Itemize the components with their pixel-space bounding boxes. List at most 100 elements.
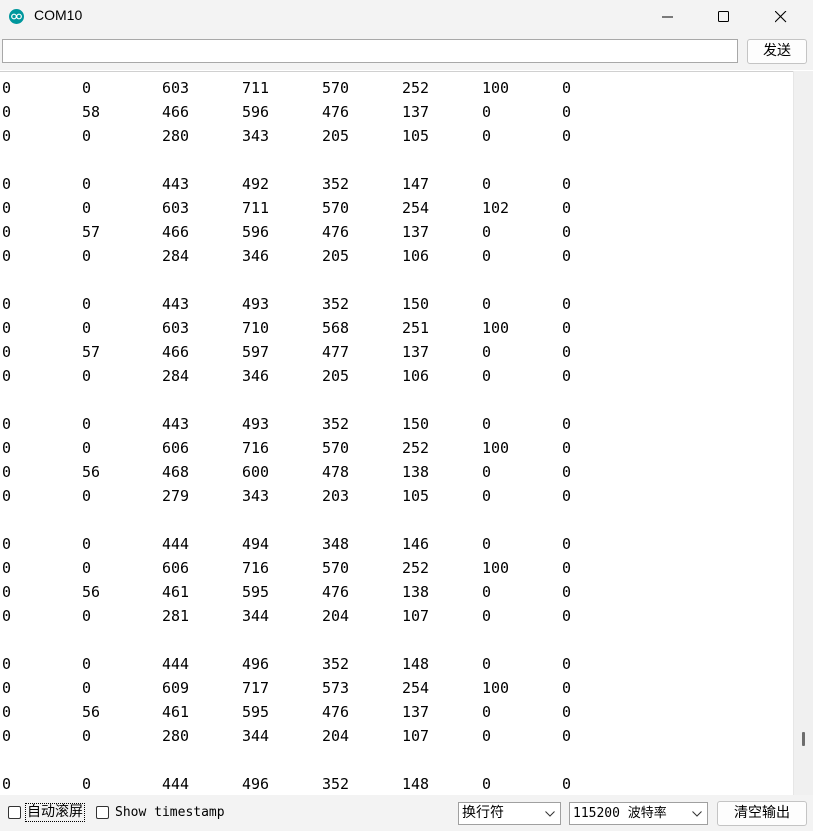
output-value: 603 <box>162 79 190 97</box>
output-value: 0 <box>2 607 12 625</box>
output-value: 0 <box>482 775 492 793</box>
output-value: 100 <box>482 79 510 97</box>
output-value: 0 <box>82 319 92 337</box>
maximize-button[interactable] <box>701 0 747 34</box>
output-value: 343 <box>242 487 270 505</box>
output-value: 0 <box>482 127 492 145</box>
output-value: 0 <box>482 535 492 553</box>
serial-output[interactable]: 0 0 603 711 570 252 100 0 0 58 466 596 476 137 0 0 0 0 280… <box>0 71 793 796</box>
output-value: 496 <box>242 655 270 673</box>
output-value: 204 <box>322 607 350 625</box>
output-value: 0 <box>82 175 92 193</box>
output-value: 0 <box>562 103 572 121</box>
baud-rate-select[interactable]: 115200 波特率 <box>569 802 708 825</box>
output-value: 252 <box>402 439 430 457</box>
output-value: 0 <box>482 223 492 241</box>
output-value: 596 <box>242 103 270 121</box>
output-value: 493 <box>242 415 270 433</box>
output-value: 0 <box>562 367 572 385</box>
output-value: 568 <box>322 319 350 337</box>
output-value: 478 <box>322 463 350 481</box>
timestamp-checkbox[interactable] <box>96 806 109 819</box>
output-value: 0 <box>2 223 12 241</box>
output-value: 352 <box>322 415 350 433</box>
output-value: 0 <box>2 655 12 673</box>
output-value: 596 <box>242 223 270 241</box>
output-value: 0 <box>562 703 572 721</box>
scroll-thumb[interactable] <box>802 732 805 746</box>
output-value: 137 <box>402 703 430 721</box>
output-value: 0 <box>562 583 572 601</box>
output-value: 203 <box>322 487 350 505</box>
output-value: 0 <box>562 199 572 217</box>
autoscroll-label[interactable]: 自动滚屏 <box>25 803 85 822</box>
output-value: 0 <box>562 607 572 625</box>
send-button[interactable]: 发送 <box>747 39 807 64</box>
output-value: 0 <box>482 247 492 265</box>
output-value: 0 <box>562 127 572 145</box>
output-value: 0 <box>482 103 492 121</box>
output-value: 716 <box>242 559 270 577</box>
output-value: 105 <box>402 487 430 505</box>
send-row: 发送 <box>0 34 813 70</box>
output-value: 346 <box>242 247 270 265</box>
vertical-scrollbar[interactable] <box>793 71 813 795</box>
output-value: 711 <box>242 79 270 97</box>
output-value: 603 <box>162 319 190 337</box>
output-value: 0 <box>82 199 92 217</box>
autoscroll-checkbox[interactable] <box>8 806 21 819</box>
output-line: 0 56 461 595 476 137 0 0 <box>0 700 793 724</box>
output-value: 56 <box>82 583 101 601</box>
output-value: 0 <box>2 487 12 505</box>
output-value: 0 <box>82 415 92 433</box>
output-value: 0 <box>2 343 12 361</box>
output-value: 137 <box>402 103 430 121</box>
send-input[interactable] <box>2 39 738 63</box>
output-value: 570 <box>322 439 350 457</box>
minimize-icon <box>662 16 673 18</box>
output-value: 0 <box>562 655 572 673</box>
output-value: 0 <box>82 295 92 313</box>
output-line: 0 0 606 716 570 252 100 0 <box>0 436 793 460</box>
output-line: 0 0 603 710 568 251 100 0 <box>0 316 793 340</box>
output-value: 0 <box>482 583 492 601</box>
output-value: 0 <box>82 247 92 265</box>
line-ending-select[interactable]: 换行符 <box>458 802 561 825</box>
output-line: 0 56 461 595 476 138 0 0 <box>0 580 793 604</box>
output-value: 444 <box>162 535 190 553</box>
timestamp-label[interactable]: Show timestamp <box>115 805 225 820</box>
output-value: 352 <box>322 655 350 673</box>
output-value: 466 <box>162 223 190 241</box>
output-value: 0 <box>562 295 572 313</box>
output-value: 595 <box>242 703 270 721</box>
output-value: 100 <box>482 439 510 457</box>
output-value: 0 <box>2 439 12 457</box>
output-value: 281 <box>162 607 190 625</box>
output-value: 444 <box>162 775 190 793</box>
output-value: 443 <box>162 175 190 193</box>
output-value: 570 <box>322 79 350 97</box>
output-value: 0 <box>2 415 12 433</box>
output-value: 254 <box>402 679 430 697</box>
output-value: 57 <box>82 343 101 361</box>
output-value: 0 <box>2 175 12 193</box>
output-value: 344 <box>242 727 270 745</box>
output-value: 100 <box>482 319 510 337</box>
output-value: 496 <box>242 775 270 793</box>
output-value: 346 <box>242 367 270 385</box>
output-value: 0 <box>2 319 12 337</box>
close-button[interactable] <box>758 0 804 34</box>
output-value: 205 <box>322 367 350 385</box>
output-value: 0 <box>2 727 12 745</box>
output-line: 0 56 468 600 478 138 0 0 <box>0 460 793 484</box>
output-value: 466 <box>162 343 190 361</box>
clear-output-button[interactable]: 清空输出 <box>717 801 807 826</box>
output-value: 204 <box>322 727 350 745</box>
output-value: 0 <box>562 223 572 241</box>
output-value: 0 <box>2 703 12 721</box>
output-value: 150 <box>402 295 430 313</box>
minimize-button[interactable] <box>645 0 691 34</box>
output-value: 0 <box>482 655 492 673</box>
output-line: 0 0 279 343 203 105 0 0 <box>0 484 793 508</box>
